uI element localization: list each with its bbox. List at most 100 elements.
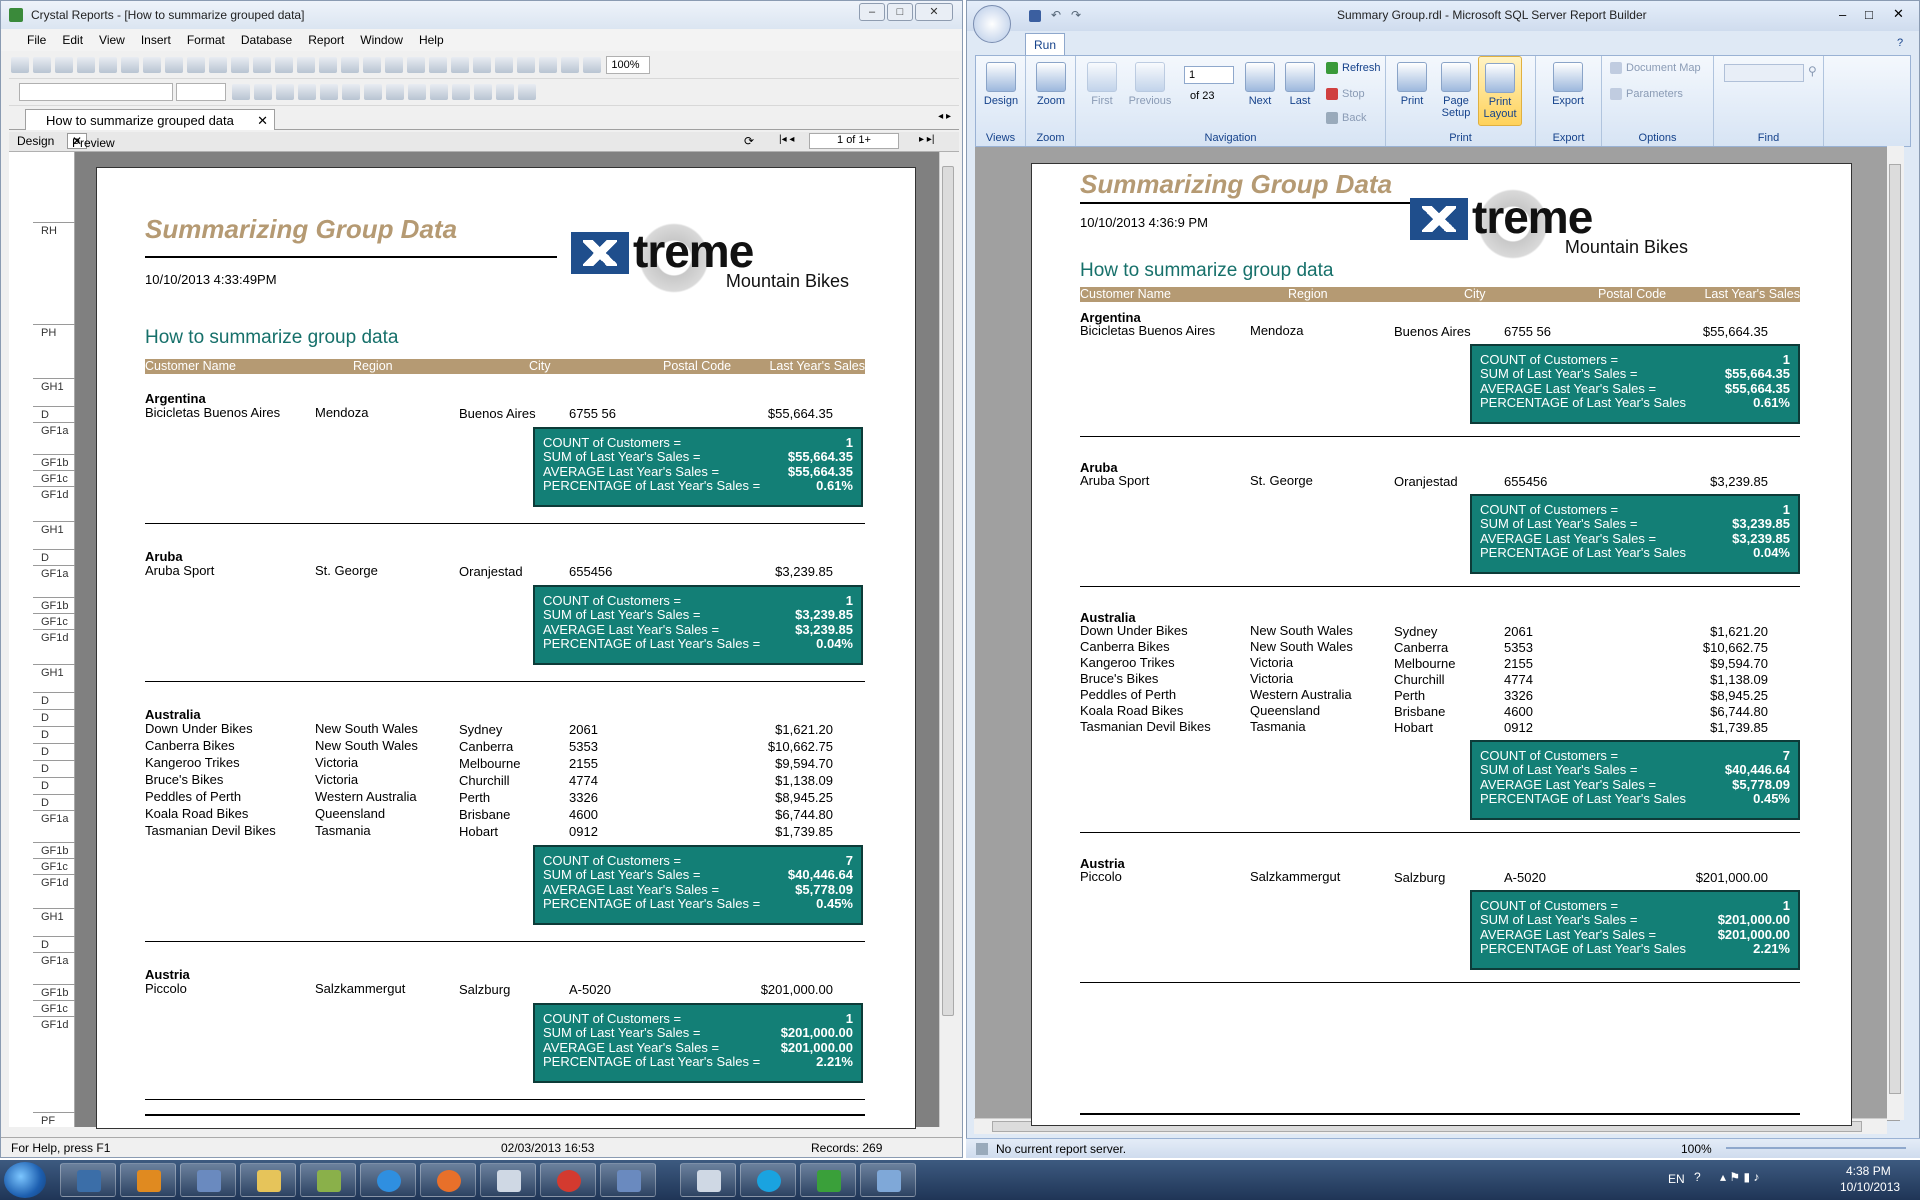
justify-icon[interactable] — [363, 84, 382, 100]
menu-report[interactable]: Report — [300, 29, 352, 47]
scroll-thumb[interactable] — [1889, 164, 1901, 1094]
tab-scroll-icon[interactable]: ◂ ▸ — [938, 111, 951, 122]
toolbar-icon[interactable] — [99, 57, 117, 73]
menu-file[interactable]: File — [1, 29, 54, 47]
decimal-icon[interactable] — [517, 84, 536, 100]
copy-icon[interactable] — [385, 57, 403, 73]
currency-icon[interactable] — [451, 84, 470, 100]
print-icon[interactable] — [297, 57, 315, 73]
menu-insert[interactable]: Insert — [133, 29, 179, 47]
redo-icon[interactable] — [451, 57, 469, 73]
align-center-icon[interactable] — [319, 84, 338, 100]
font-color-icon[interactable] — [385, 84, 404, 100]
scroll-thumb[interactable] — [942, 166, 954, 1016]
first-button[interactable]: First — [1080, 62, 1124, 107]
menu-format[interactable]: Format — [179, 29, 233, 47]
menu-view[interactable]: View — [91, 29, 133, 47]
toolbar-icon[interactable] — [473, 57, 491, 73]
parameters-button[interactable]: Parameters — [1610, 88, 1683, 101]
minimize-button[interactable]: – — [1839, 7, 1846, 22]
zoom-slider[interactable] — [1726, 1147, 1906, 1149]
taskbar-app[interactable] — [860, 1163, 916, 1197]
save-icon[interactable] — [1029, 10, 1041, 22]
find-icon[interactable]: ⚲ — [1808, 64, 1817, 78]
close-button[interactable]: ✕ — [1893, 6, 1904, 22]
toolbar-icon[interactable] — [11, 57, 29, 73]
help-icon[interactable]: ? — [1694, 1170, 1701, 1184]
page-setup-button[interactable]: Page Setup — [1434, 62, 1478, 119]
next-page-icon[interactable]: ▸ ▸| — [919, 134, 934, 145]
minimize-button[interactable]: – — [859, 3, 885, 21]
zoom-select[interactable]: 100% — [606, 56, 651, 74]
align-right-icon[interactable] — [341, 84, 360, 100]
first-page-icon[interactable]: |◂ ◂ — [779, 134, 794, 145]
next-button[interactable]: Next — [1238, 62, 1282, 107]
toolbar-icon[interactable] — [539, 57, 557, 73]
undo-icon[interactable] — [429, 57, 447, 73]
new-icon[interactable] — [231, 57, 249, 73]
vertical-scrollbar[interactable] — [1887, 146, 1904, 1120]
previous-button[interactable]: Previous — [1124, 62, 1176, 107]
save-icon[interactable] — [275, 57, 293, 73]
toolbar-icon[interactable] — [517, 57, 535, 73]
italic-icon[interactable] — [253, 84, 272, 100]
last-button[interactable]: Last — [1278, 62, 1322, 107]
taskbar-app[interactable] — [680, 1163, 736, 1197]
taskbar-app[interactable] — [120, 1163, 176, 1197]
toolbar-icon[interactable] — [209, 57, 227, 73]
language-indicator[interactable]: EN — [1668, 1172, 1685, 1186]
toolbar-icon[interactable] — [429, 84, 448, 100]
align-left-icon[interactable] — [297, 84, 316, 100]
find-icon[interactable] — [583, 57, 601, 73]
bold-icon[interactable] — [231, 84, 250, 100]
toolbar-icon[interactable] — [121, 57, 139, 73]
toolbar-icon[interactable] — [495, 57, 513, 73]
maximize-button[interactable]: □ — [887, 3, 913, 21]
taskbar-app[interactable] — [300, 1163, 356, 1197]
toolbar-icon[interactable] — [187, 57, 205, 73]
page-number-input[interactable]: 1 — [1184, 66, 1234, 84]
tab-run[interactable]: Run — [1025, 33, 1065, 55]
taskbar-app[interactable] — [240, 1163, 296, 1197]
start-button[interactable] — [4, 1162, 46, 1198]
stop-button[interactable]: Stop — [1326, 88, 1365, 101]
font-name-select[interactable] — [19, 83, 173, 101]
tab-design[interactable]: Design — [17, 134, 54, 148]
maximize-button[interactable]: □ — [1865, 7, 1873, 22]
taskbar-app[interactable] — [480, 1163, 536, 1197]
menu-help[interactable]: Help — [411, 29, 452, 47]
zoom-button[interactable]: Zoom — [1029, 62, 1073, 107]
application-button[interactable] — [973, 5, 1011, 43]
open-icon[interactable] — [253, 57, 271, 73]
toolbar-icon[interactable] — [77, 57, 95, 73]
thousands-icon[interactable] — [473, 84, 492, 100]
find-input[interactable] — [1724, 64, 1804, 82]
help-icon[interactable]: ? — [1897, 37, 1903, 49]
taskbar-app[interactable] — [800, 1163, 856, 1197]
back-button[interactable]: Back — [1326, 112, 1366, 125]
print-preview-icon[interactable] — [319, 57, 337, 73]
refresh-icon[interactable]: ⟳ — [744, 134, 754, 148]
tray-icons[interactable]: ▴ ⚑ ▮ ♪ — [1720, 1170, 1759, 1184]
doc-tab[interactable]: How to summarize grouped data ✕ — [25, 109, 275, 130]
paste-icon[interactable] — [407, 57, 425, 73]
refresh-button[interactable]: Refresh — [1326, 62, 1381, 75]
export-button[interactable]: Export — [1546, 62, 1590, 107]
percent-icon[interactable] — [495, 84, 514, 100]
design-button[interactable]: Design — [979, 62, 1023, 107]
undo-icon[interactable]: ↶ — [1051, 8, 1061, 22]
taskbar-app[interactable] — [540, 1163, 596, 1197]
page-nav-field[interactable]: 1 of 1+ — [809, 133, 899, 149]
vertical-scrollbar[interactable] — [939, 152, 956, 1127]
export-icon[interactable] — [341, 57, 359, 73]
redo-icon[interactable]: ↷ — [1071, 8, 1081, 22]
menu-window[interactable]: Window — [352, 29, 411, 47]
border-icon[interactable] — [407, 84, 426, 100]
menu-database[interactable]: Database — [233, 29, 300, 47]
cut-icon[interactable] — [363, 57, 381, 73]
taskbar-app[interactable] — [60, 1163, 116, 1197]
taskbar-app[interactable] — [600, 1163, 656, 1197]
toolbar-icon[interactable] — [143, 57, 161, 73]
print-button[interactable]: Print — [1390, 62, 1434, 107]
underline-icon[interactable] — [275, 84, 294, 100]
